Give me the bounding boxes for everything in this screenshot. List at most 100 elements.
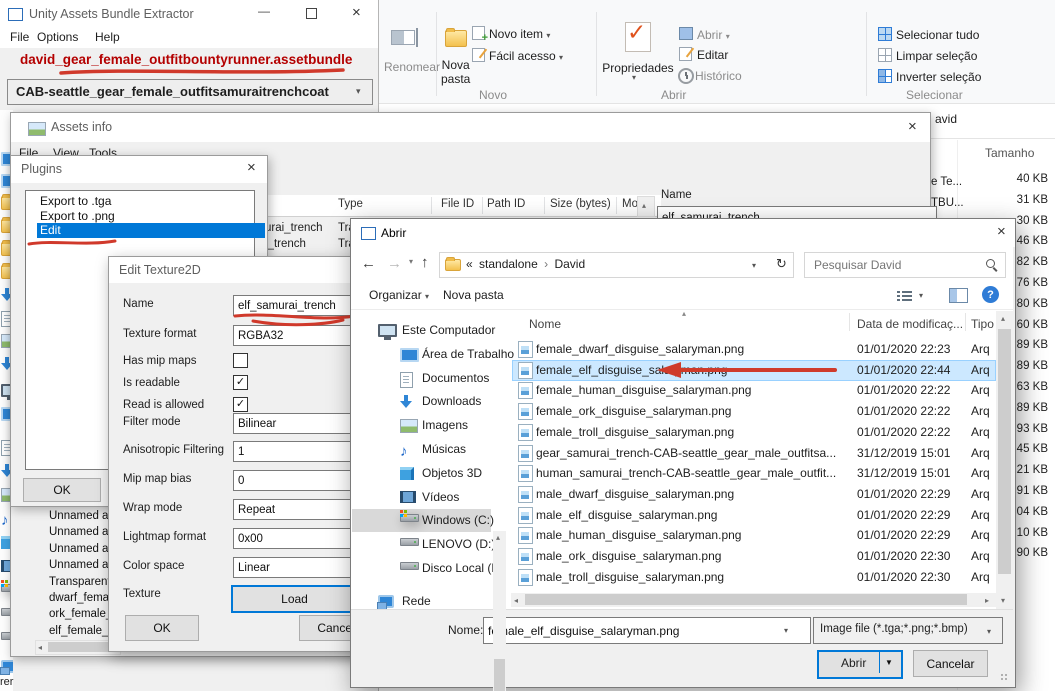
load-button[interactable]: Load [231, 585, 358, 613]
plugin-option[interactable]: Export to .png [37, 209, 265, 224]
tree-item--rea-de-trabalho[interactable]: Área de Trabalho [352, 343, 514, 366]
checkbox-checked[interactable]: ✓ [233, 375, 248, 390]
ribbon-edit-button[interactable]: Editar [697, 48, 728, 62]
filename-combobox[interactable]: female_elf_disguise_salaryman.png ▾ [483, 617, 811, 644]
recent-locations-icon[interactable]: ▾ [409, 257, 413, 266]
field-input[interactable]: 1 [233, 441, 364, 462]
properties-dropdown-arrow[interactable]: ▾ [632, 73, 636, 82]
tree-item-objetos-3d[interactable]: Objetos 3D [352, 462, 491, 485]
asset-row-fragment[interactable]: urai_trench [265, 222, 323, 234]
address-bar[interactable]: « standalone › David ▾ [439, 252, 773, 278]
file-row[interactable]: male_ork_disguise_salaryman.png 01/01/202… [512, 546, 996, 567]
file-row[interactable]: female_troll_disguise_salaryman.png 01/01… [512, 422, 996, 443]
tree-item-downloads[interactable]: Downloads [352, 390, 491, 413]
close-icon[interactable]: × [352, 5, 361, 20]
col-fileid[interactable]: File ID [441, 198, 474, 210]
file-row[interactable]: human_samurai_trench-CAB-seattle_gear_ma… [512, 463, 996, 484]
ribbon-new-item-button[interactable]: Novo item ▾ [489, 27, 550, 41]
open-split-button[interactable]: Abrir ▼ [817, 650, 903, 679]
field-input[interactable]: Repeat [233, 499, 364, 520]
tree-item-imagens[interactable]: Imagens [352, 414, 491, 437]
field-input[interactable]: elf_samurai_trench [233, 295, 364, 316]
tree-scrollbar[interactable]: ▴ ▾ [493, 531, 506, 691]
cab-dropdown[interactable]: CAB-seattle_gear_female_outfitsamuraitre… [7, 79, 373, 105]
tree-item-m-sicas[interactable]: Músicas [352, 438, 491, 461]
plugins-ok-button[interactable]: OK [23, 478, 101, 502]
file-row[interactable]: male_dwarf_disguise_salaryman.png 01/01/2… [512, 484, 996, 505]
tree-item-windows-c-[interactable]: Windows (C:) [352, 509, 494, 533]
file-row[interactable]: female_ork_disguise_salaryman.png 01/01/2… [512, 401, 996, 422]
checkbox-checked[interactable]: ✓ [233, 397, 248, 412]
tree-item-v-deos[interactable]: Vídeos [352, 486, 491, 509]
view-mode-dropdown-icon[interactable]: ▾ [919, 291, 923, 300]
close-icon[interactable]: × [247, 160, 256, 175]
tree-item-este-computador[interactable]: Este Computador [352, 319, 495, 342]
col-size[interactable]: Size (bytes) [550, 198, 611, 210]
list-vscrollbar[interactable]: ▴ ▾ [996, 311, 1013, 609]
file-row[interactable]: female_human_disguise_salaryman.png 01/01… [512, 380, 996, 401]
col-modified[interactable]: Mo [622, 198, 638, 210]
chevron-down-icon[interactable]: ▾ [784, 626, 788, 635]
minimize-button[interactable]: — [258, 4, 270, 18]
up-icon[interactable]: ↑ [421, 254, 429, 271]
open-dropdown-icon[interactable]: ▼ [885, 658, 893, 667]
view-mode-icon[interactable] [897, 290, 912, 302]
close-icon[interactable]: × [908, 119, 917, 134]
ribbon-history-button[interactable]: Histórico [695, 69, 742, 83]
maximize-button[interactable] [306, 8, 317, 19]
size-column-header[interactable]: Tamanho [985, 146, 1034, 160]
column-date[interactable]: Data de modificaç... [857, 317, 963, 331]
new-folder-button[interactable]: Nova pasta [443, 288, 504, 302]
refresh-button[interactable]: ↻ [771, 252, 794, 278]
search-icon[interactable] [985, 258, 998, 271]
tree-item-lenovo-d-[interactable]: LENOVO (D:) [352, 533, 495, 556]
column-name[interactable]: Nome [529, 317, 561, 331]
breadcrumb[interactable]: « standalone › David [466, 257, 588, 271]
field-input[interactable]: 0x00 [233, 528, 364, 549]
ribbon-clear-selection-button[interactable]: Limpar seleção [896, 49, 977, 63]
help-icon[interactable]: ? [982, 286, 999, 303]
file-row[interactable]: male_elf_disguise_salaryman.png 01/01/202… [512, 505, 996, 526]
filetype-combobox[interactable]: Image file (*.tga;*.png;*.bmp) ▾ [813, 617, 1003, 644]
ribbon-new-folder-button[interactable]: Nova pasta [441, 58, 470, 86]
field-input[interactable]: 0 [233, 470, 364, 491]
close-icon[interactable]: × [997, 224, 1006, 239]
file-row[interactable]: gear_samurai_trench-CAB-seattle_gear_mal… [512, 443, 996, 464]
resize-grip[interactable] [1001, 674, 1009, 682]
preview-pane-icon[interactable] [949, 288, 968, 303]
menu-file[interactable]: File [10, 30, 29, 44]
file-row[interactable]: male_troll_disguise_salaryman.png 01/01/2… [512, 567, 996, 588]
forward-icon[interactable]: → [387, 255, 402, 272]
menu-options[interactable]: Options [37, 30, 78, 44]
scrollbar-up[interactable]: ▴ [637, 196, 655, 217]
organize-menu[interactable]: Organizar ▾ [369, 288, 429, 302]
tree-item-documentos[interactable]: Documentos [352, 367, 491, 390]
ribbon-select-all-button[interactable]: Selecionar tudo [896, 28, 979, 42]
plugin-option[interactable]: Edit [37, 223, 265, 238]
chevron-down-icon[interactable]: ▾ [752, 261, 756, 270]
ribbon-easy-access-button[interactable]: Fácil acesso ▾ [489, 49, 563, 63]
edit-ok-button[interactable]: OK [125, 615, 199, 641]
ribbon-rename-button[interactable]: Renomear [384, 60, 440, 74]
field-input[interactable]: RGBA32 [233, 325, 364, 346]
col-pathid[interactable]: Path ID [487, 198, 525, 210]
plugin-option[interactable]: Export to .tga [37, 194, 265, 209]
file-row[interactable]: male_human_disguise_salaryman.png 01/01/2… [512, 525, 996, 546]
file-row[interactable]: female_dwarf_disguise_salaryman.png 01/01… [512, 339, 996, 360]
ribbon-properties-button[interactable]: Propriedades [600, 61, 676, 75]
column-type[interactable]: Tipo [971, 317, 994, 331]
search-box[interactable]: Pesquisar David [804, 252, 1006, 278]
list-hscrollbar[interactable]: ◂ ▸ [511, 593, 996, 607]
asset-row-fragment[interactable]: i_trench [265, 238, 306, 250]
menu-help[interactable]: Help [95, 30, 120, 44]
file-row[interactable]: female_elf_disguise_salaryman.png 01/01/2… [512, 359, 996, 381]
ribbon-open-button[interactable]: Abrir ▾ [697, 28, 730, 42]
col-type[interactable]: Type [338, 198, 363, 210]
cancel-button[interactable]: Cancelar [913, 650, 988, 677]
field-input[interactable]: Linear [233, 557, 364, 578]
checkbox-unchecked[interactable] [233, 353, 248, 368]
back-icon[interactable]: ← [361, 255, 376, 272]
tree-item-disco-local-e-[interactable]: Disco Local (E:) [352, 557, 507, 580]
field-input[interactable]: Bilinear [233, 413, 364, 434]
ribbon-invert-selection-button[interactable]: Inverter seleção [896, 70, 981, 84]
